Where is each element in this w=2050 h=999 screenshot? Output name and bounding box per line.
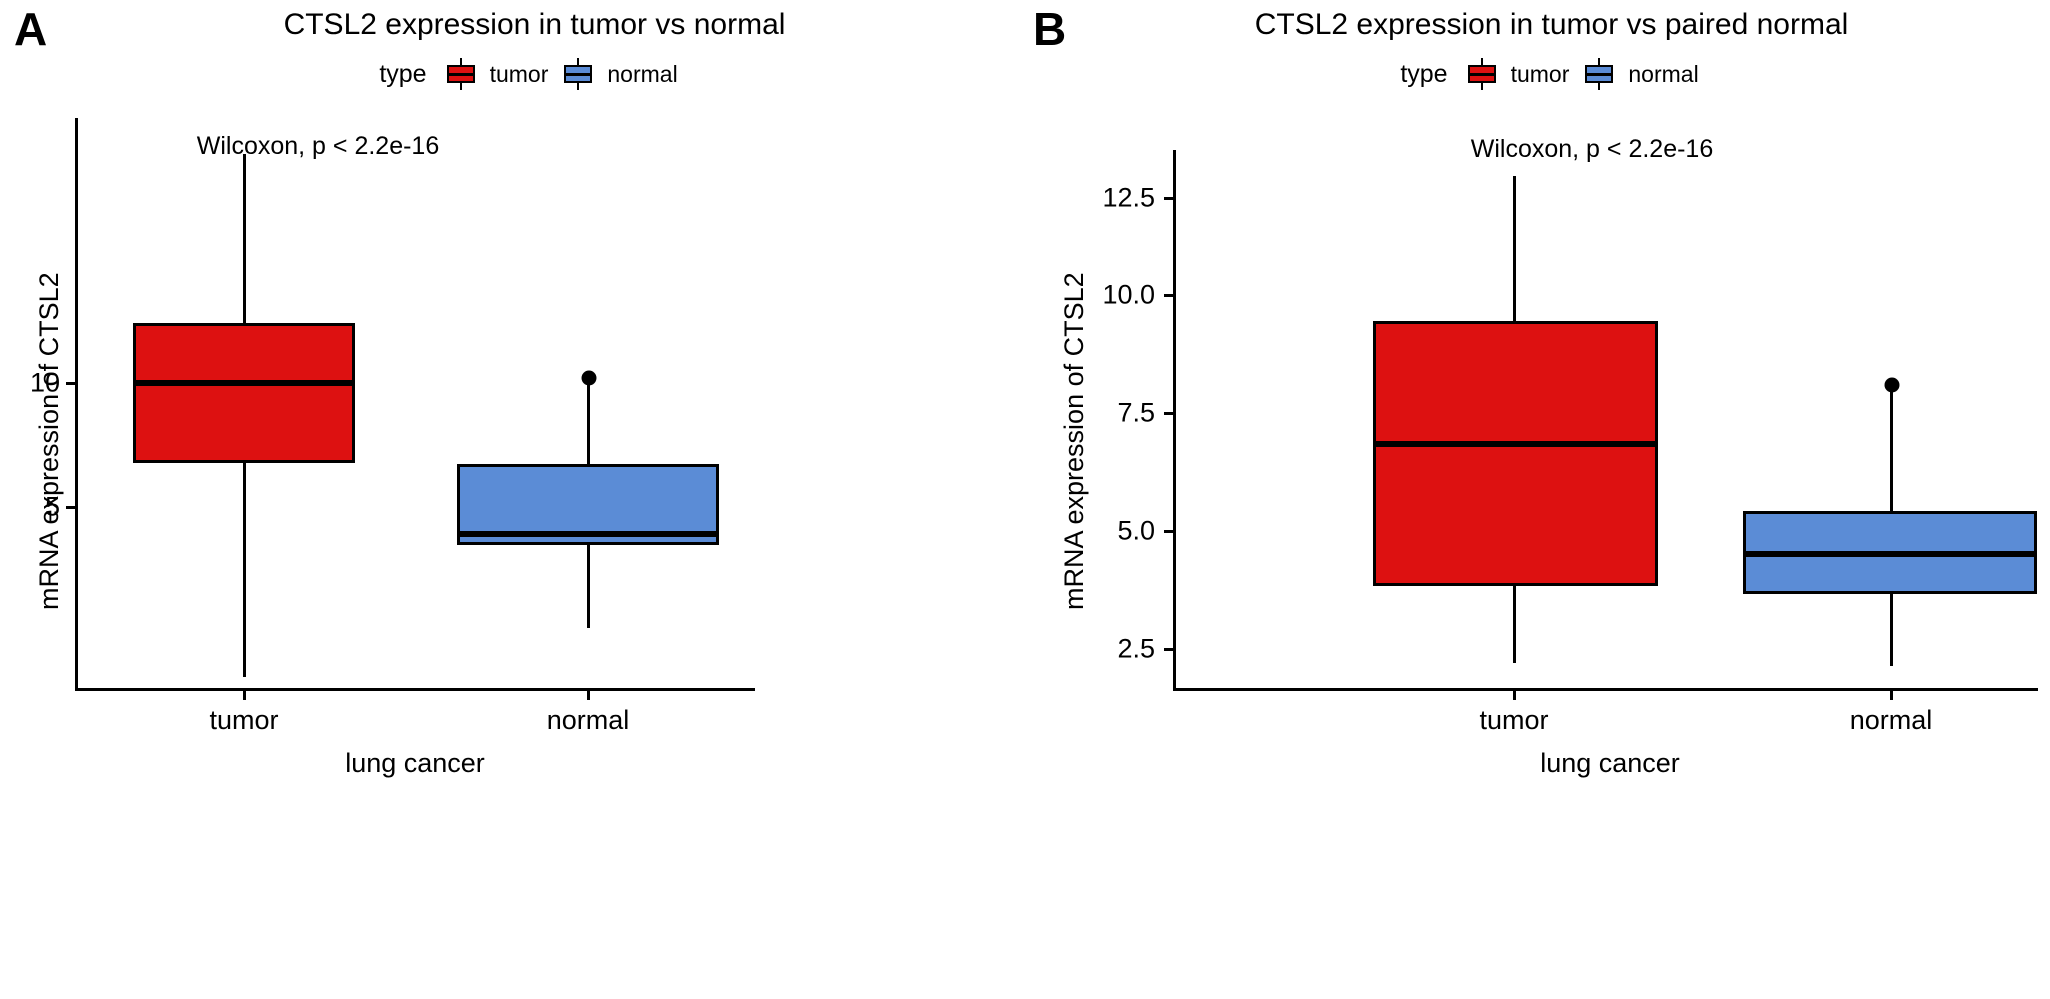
panel-a-normal-outlier xyxy=(581,370,597,386)
panel-a-pvalue-annotation: Wilcoxon, p < 2.2e-16 xyxy=(196,132,440,160)
panel-a-tumor-box[interactable] xyxy=(133,323,355,463)
legend-item-normal[interactable]: normal xyxy=(1582,58,1699,90)
legend-label-normal: normal xyxy=(607,60,678,87)
panel-a-x-tick-mark xyxy=(587,690,590,700)
panel-b-y-tick-mark xyxy=(1164,294,1174,297)
panel-a-x-tick-mark xyxy=(243,690,246,700)
boxplot-key-icon xyxy=(1582,58,1618,90)
panel-a-normal-median xyxy=(457,531,719,537)
panel-b-tumor-median xyxy=(1373,441,1658,447)
panel-b-x-axis-title: lung cancer xyxy=(1540,748,1680,778)
legend-title: type xyxy=(1400,59,1448,88)
panel-a-normal-whisker-upper xyxy=(587,377,590,473)
panel-a-y-axis-title: mRNA expression of CTSL2 xyxy=(34,272,64,610)
panel-b-x-tick-mark xyxy=(1890,690,1893,700)
panel-b-y-tick-mark xyxy=(1164,648,1174,651)
panel-b-y-tick-mark xyxy=(1164,197,1174,200)
panel-a-tumor-whisker-upper xyxy=(243,154,246,323)
panel-b-legend: type tumor normal xyxy=(1037,58,2050,90)
panel-b-normal-outlier xyxy=(1884,377,1900,393)
legend-item-tumor[interactable]: tumor xyxy=(444,58,549,90)
panel-a-y-axis-line xyxy=(75,118,78,688)
panel-a-y-tick-label: 10 xyxy=(29,367,60,398)
panel-b-x-tick-mark xyxy=(1513,690,1516,700)
panel-b-normal-whisker-lower xyxy=(1890,594,1893,666)
legend-label-normal: normal xyxy=(1628,60,1699,87)
panel-a-normal-whisker-lower xyxy=(587,545,590,628)
panel-b-x-tick-label: tumor xyxy=(1479,705,1549,735)
panel-b-y-tick-mark xyxy=(1164,412,1174,415)
panel-b-y-axis-line xyxy=(1173,150,1176,688)
figure-container: A CTSL2 expression in tumor vs normal ty… xyxy=(0,0,2050,999)
panel-b-y-tick-label: 5.0 xyxy=(1117,515,1155,546)
panel-b: B CTSL2 expression in tumor vs paired no… xyxy=(1025,0,2050,999)
panel-b-y-tick-label: 12.5 xyxy=(1102,182,1155,213)
boxplot-key-icon xyxy=(1465,58,1501,90)
panel-a-y-tick-label: 5 xyxy=(44,491,60,522)
panel-b-normal-whisker-upper xyxy=(1890,384,1893,511)
legend-item-normal[interactable]: normal xyxy=(561,58,678,90)
panel-a-title: CTSL2 expression in tumor vs normal xyxy=(283,8,786,41)
legend-label-tumor: tumor xyxy=(489,60,549,87)
panel-b-y-tick-label: 10.0 xyxy=(1102,279,1155,310)
panel-a-x-tick-label: tumor xyxy=(209,705,279,735)
legend-item-tumor[interactable]: tumor xyxy=(1465,58,1570,90)
panel-b-y-tick-label: 2.5 xyxy=(1117,633,1155,664)
panel-b-tumor-whisker-lower xyxy=(1513,586,1516,663)
panel-a-x-axis-title: lung cancer xyxy=(345,748,485,778)
panel-a-y-tick-mark xyxy=(66,506,76,509)
panel-a-legend: type tumor normal xyxy=(16,58,1041,90)
panel-b-tumor-whisker-upper xyxy=(1513,176,1516,321)
panel-a-y-tick-mark xyxy=(66,382,76,385)
panel-b-normal-median xyxy=(1743,551,2037,557)
panel-b-x-tick-label: normal xyxy=(1849,705,1933,735)
legend-label-tumor: tumor xyxy=(1510,60,1570,87)
legend-title: type xyxy=(379,59,427,88)
panel-a: A CTSL2 expression in tumor vs normal ty… xyxy=(0,0,1025,999)
boxplot-key-icon xyxy=(444,58,480,90)
panel-b-x-axis-line xyxy=(1173,688,2038,691)
panel-a-tumor-median xyxy=(133,380,355,386)
panel-a-x-tick-label: normal xyxy=(546,705,630,735)
panel-b-y-axis-title: mRNA expression of CTSL2 xyxy=(1059,272,1089,610)
panel-a-tumor-whisker-lower xyxy=(243,463,246,677)
panel-b-y-tick-label: 7.5 xyxy=(1117,397,1155,428)
boxplot-key-icon xyxy=(561,58,597,90)
panel-b-tumor-box[interactable] xyxy=(1373,321,1658,586)
panel-a-x-axis-line xyxy=(75,688,755,691)
panel-b-title: CTSL2 expression in tumor vs paired norm… xyxy=(1254,8,1849,41)
panel-b-y-tick-mark xyxy=(1164,530,1174,533)
panel-b-pvalue-annotation: Wilcoxon, p < 2.2e-16 xyxy=(1470,135,1714,163)
